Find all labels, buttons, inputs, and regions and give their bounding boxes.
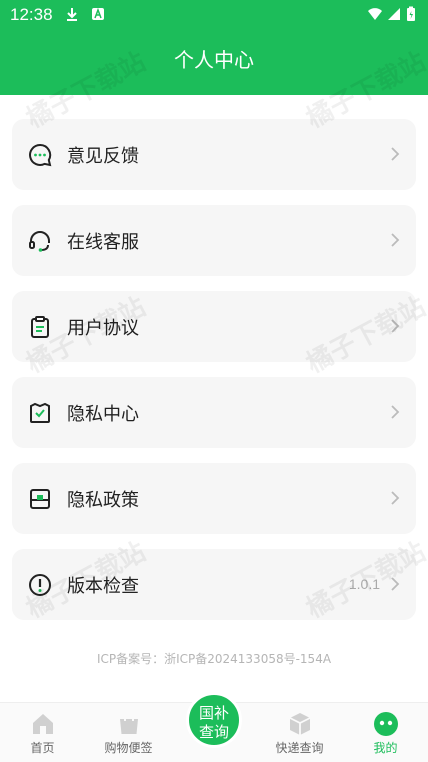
privacy-doc-icon (30, 489, 50, 509)
chevron-right-icon (391, 319, 400, 333)
chevron-right-icon (391, 405, 400, 419)
download-icon (67, 8, 77, 21)
menu-item-privacy-center[interactable]: 隐私中心 (12, 377, 416, 448)
headset-icon (29, 231, 50, 252)
menu-item-label: 版本检查 (67, 576, 139, 597)
menu-item-privacy-policy[interactable]: 隐私政策 (12, 463, 416, 534)
tab-mine[interactable]: 我的 (343, 703, 428, 762)
menu-item-feedback[interactable]: 意见反馈 (12, 119, 416, 190)
tab-label: 首页 (30, 741, 55, 755)
shopping-bag-icon (120, 712, 138, 734)
menu-item-label: 隐私中心 (67, 404, 139, 425)
chevron-right-icon (391, 147, 400, 161)
tab-shopping-notes[interactable]: 购物便签 (86, 703, 171, 762)
package-box-icon (289, 713, 311, 735)
chevron-right-icon (391, 233, 400, 247)
page-title: 个人中心 (174, 48, 254, 72)
center-button-line2: 查询 (198, 723, 229, 741)
tab-home[interactable]: 首页 (0, 703, 85, 762)
version-value: 1.0.1 (348, 576, 380, 592)
tab-label: 快递查询 (275, 741, 324, 755)
chevron-right-icon (391, 577, 400, 591)
shield-check-box-icon (30, 402, 50, 423)
home-icon (33, 714, 53, 734)
feedback-chat-icon (29, 143, 52, 167)
status-time: 12:38 (10, 5, 53, 24)
menu-item-label: 意见反馈 (67, 146, 139, 167)
tab-label: 我的 (373, 741, 398, 755)
menu-item-online-service[interactable]: 在线客服 (12, 205, 416, 276)
menu-item-version-check[interactable]: 版本检查 1.0.1 (12, 549, 416, 620)
menu-item-user-agreement[interactable]: 用户协议 (12, 291, 416, 362)
info-circle-icon (29, 574, 51, 596)
wifi-icon (368, 8, 382, 20)
center-button-line1: 国补 (198, 704, 229, 722)
profile-face-icon (374, 712, 398, 736)
battery-icon (407, 6, 415, 21)
chevron-right-icon (391, 491, 400, 505)
app-notification-icon (92, 7, 104, 20)
menu-item-label: 用户协议 (67, 318, 139, 339)
clipboard-icon (31, 316, 49, 338)
tab-label: 购物便签 (104, 741, 153, 755)
status-bar: 12:38 (0, 0, 428, 30)
header-bar: 12:38 个人中心 (0, 0, 428, 95)
national-subsidy-query-button[interactable]: 国补 查询 (186, 692, 242, 748)
icp-record-text: ICP备案号：浙ICP备2024133058号-154A (96, 652, 332, 666)
tab-express-query[interactable]: 快递查询 (257, 703, 342, 762)
signal-icon (388, 8, 400, 20)
menu-item-label: 隐私政策 (67, 490, 139, 511)
menu-item-label: 在线客服 (67, 232, 139, 253)
